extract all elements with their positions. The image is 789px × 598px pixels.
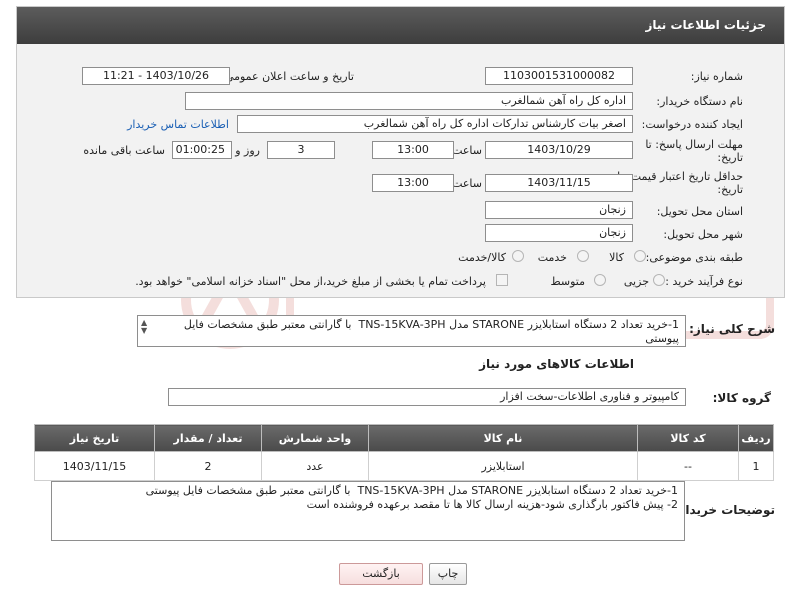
- announce-field[interactable]: 1403/10/26 - 11:21: [82, 67, 230, 85]
- validity-date-field[interactable]: 1403/11/15: [485, 174, 633, 192]
- cell-unit: عدد: [261, 451, 369, 481]
- col-header-code: کد کالا: [637, 424, 739, 452]
- summary-label: شرح کلی نیاز:: [689, 322, 775, 336]
- goods-table: ردیف کد کالا نام کالا واحد شمارش تعداد /…: [34, 424, 774, 481]
- col-header-qty: تعداد / مقدار: [154, 424, 262, 452]
- col-header-row: ردیف: [738, 424, 774, 452]
- category-label: طبقه بندی موضوعی:: [645, 251, 743, 264]
- city-label: شهر محل تحویل:: [663, 228, 743, 241]
- goods-info-title: اطلاعات کالاهای مورد نیاز: [479, 357, 634, 371]
- col-header-name: نام کالا: [368, 424, 638, 452]
- buyer-notes-textarea[interactable]: 1-خرید تعداد 2 دستگاه استابلایزر STARONE…: [51, 481, 685, 541]
- summary-textarea[interactable]: 1-خرید تعداد 2 دستگاه استابلایزر STARONE…: [137, 315, 686, 347]
- print-button[interactable]: چاپ: [429, 563, 467, 585]
- validity-time-label: ساعت: [452, 177, 482, 190]
- cell-qty: 2: [154, 451, 262, 481]
- col-header-date: تاریخ نیاز: [34, 424, 155, 452]
- back-button[interactable]: بازگشت: [339, 563, 423, 585]
- process-label: نوع فرآیند خرید :: [665, 275, 743, 288]
- category-radio-service[interactable]: [577, 250, 589, 262]
- reply-deadline-date-label: تاریخ:: [717, 151, 743, 164]
- validity-label: حداقل تاریخ اعتبار قیمت: تا: [617, 170, 743, 183]
- table-header-row: ردیف کد کالا نام کالا واحد شمارش تعداد /…: [34, 424, 774, 452]
- need-number-field[interactable]: 1103001531000082: [485, 67, 633, 85]
- process-option-minor: جزیی: [623, 275, 649, 288]
- days-label: روز و: [235, 144, 260, 157]
- col-header-unit: واحد شمارش: [261, 424, 369, 452]
- payment-note: پرداخت تمام یا بخشی از مبلغ خرید،از محل …: [135, 275, 486, 288]
- reply-date-field[interactable]: 1403/10/29: [485, 141, 633, 159]
- remaining-label: ساعت باقی مانده: [83, 144, 165, 157]
- need-number-label: شماره نیاز:: [690, 70, 743, 83]
- cell-row: 1: [738, 451, 774, 481]
- remaining-days-field[interactable]: 3: [267, 141, 335, 159]
- announce-label: تاریخ و ساعت اعلان عمومی:: [221, 70, 354, 83]
- category-radio-goods-service[interactable]: [512, 250, 524, 262]
- category-option-goods: کالا: [609, 251, 624, 264]
- creator-label: ایجاد کننده درخواست:: [641, 118, 743, 131]
- buyer-notes-label: توضیحات خریدار:: [673, 503, 775, 517]
- cell-code: --: [637, 451, 739, 481]
- treasury-checkbox[interactable]: [496, 274, 508, 286]
- panel-title: جزئیات اطلاعات نیاز: [17, 7, 784, 44]
- cell-date: 1403/11/15: [34, 451, 155, 481]
- category-radio-goods[interactable]: [634, 250, 646, 262]
- city-field[interactable]: زنجان: [485, 224, 633, 242]
- buyer-org-field[interactable]: اداره کل راه آهن شمالغرب: [185, 92, 633, 110]
- category-option-service: خدمت: [537, 251, 567, 264]
- contact-buyer-link[interactable]: اطلاعات تماس خریدار: [127, 118, 229, 131]
- table-row[interactable]: 1 -- استابلایزر عدد 2 1403/11/15: [34, 451, 774, 481]
- reply-time-field[interactable]: 13:00: [372, 141, 454, 159]
- goods-group-label: گروه کالا:: [712, 391, 771, 405]
- province-label: استان محل تحویل:: [656, 205, 743, 218]
- category-option-goods-service: کالا/خدمت: [458, 251, 506, 264]
- process-radio-medium[interactable]: [594, 274, 606, 286]
- creator-field[interactable]: اصغر بیات کارشناس تدارکات اداره کل راه آ…: [237, 115, 633, 133]
- validity-time-field[interactable]: 13:00: [372, 174, 454, 192]
- remaining-time-field[interactable]: 01:00:25: [172, 141, 232, 159]
- buyer-org-label: نام دستگاه خریدار:: [656, 95, 743, 108]
- process-option-medium: متوسط: [550, 275, 585, 288]
- validity-date-label: تاریخ:: [717, 183, 743, 196]
- province-field[interactable]: زنجان: [485, 201, 633, 219]
- reply-time-label: ساعت: [452, 144, 482, 157]
- cell-name: استابلایزر: [368, 451, 638, 481]
- scroll-arrows-icon[interactable]: ▲ ▼: [141, 319, 147, 335]
- goods-group-field[interactable]: کامپیوتر و فناوری اطلاعات-سخت افزار: [168, 388, 686, 406]
- reply-deadline-label: مهلت ارسال پاسخ: تا: [645, 138, 743, 151]
- process-radio-minor[interactable]: [653, 274, 665, 286]
